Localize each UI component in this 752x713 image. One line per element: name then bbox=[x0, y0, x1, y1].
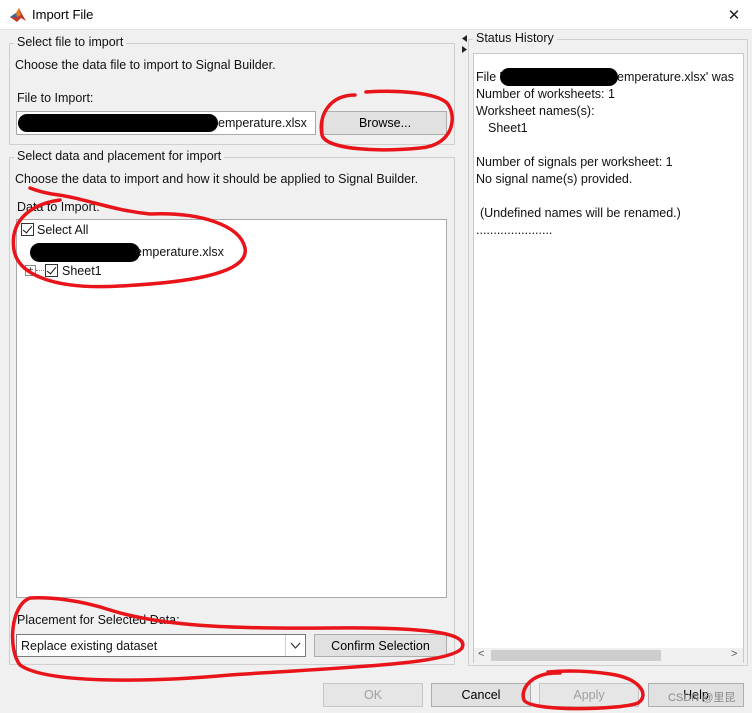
apply-button[interactable]: Apply bbox=[539, 683, 639, 707]
select-all-label[interactable]: Select All bbox=[37, 223, 88, 237]
cancel-button[interactable]: Cancel bbox=[431, 683, 531, 707]
redaction-mark bbox=[18, 114, 218, 132]
ok-button[interactable]: OK bbox=[323, 683, 423, 707]
close-icon: ✕ bbox=[727, 7, 741, 24]
status-line: ...................... bbox=[476, 223, 553, 237]
tree-file-node[interactable]: emperature.xlsx bbox=[135, 245, 224, 259]
status-history-legend: Status History bbox=[473, 31, 557, 45]
status-line: Number of signals per worksheet: 1 bbox=[476, 155, 673, 169]
placement-dropdown[interactable]: Replace existing dataset bbox=[16, 634, 306, 657]
redaction-mark bbox=[500, 68, 618, 86]
file-to-import-label: File to Import: bbox=[17, 91, 94, 105]
watermark: CSDN @里昆 bbox=[668, 692, 736, 704]
tree-connector bbox=[36, 270, 44, 271]
chevron-down-icon bbox=[290, 642, 301, 649]
scroll-left-icon[interactable]: < bbox=[478, 648, 484, 660]
placement-label: Placement for Selected Data: bbox=[17, 613, 180, 627]
confirm-selection-button[interactable]: Confirm Selection bbox=[314, 634, 447, 657]
placement-selected-value: Replace existing dataset bbox=[21, 639, 158, 653]
browse-button[interactable]: Browse... bbox=[323, 111, 447, 135]
status-line: No signal name(s) provided. bbox=[476, 172, 633, 186]
status-line: Worksheet names(s): bbox=[476, 104, 595, 118]
status-line: Sheet1 bbox=[488, 121, 528, 135]
data-group-description: Choose the data to import and how it sho… bbox=[15, 172, 419, 186]
data-to-import-label: Data to Import: bbox=[17, 200, 100, 214]
scroll-right-icon[interactable]: > bbox=[731, 648, 737, 660]
data-group-legend: Select data and placement for import bbox=[14, 149, 225, 163]
status-line-tail: emperature.xlsx' was bbox=[617, 70, 735, 84]
tree-expand-icon[interactable]: + bbox=[25, 265, 36, 276]
scrollbar-thumb[interactable] bbox=[491, 650, 661, 661]
splitter-handle[interactable] bbox=[460, 30, 468, 670]
status-history-text: File ' emperature.xlsx' was Number of wo… bbox=[476, 70, 742, 240]
file-group-legend: Select file to import bbox=[14, 35, 127, 49]
select-all-checkbox[interactable] bbox=[21, 223, 34, 236]
matlab-icon bbox=[10, 8, 26, 22]
collapse-right-icon bbox=[462, 46, 467, 53]
file-group-description: Choose the data file to import to Signal… bbox=[15, 58, 276, 72]
status-line bbox=[476, 138, 742, 155]
sheet1-checkbox[interactable] bbox=[45, 264, 58, 277]
collapse-left-icon bbox=[462, 35, 467, 42]
sheet1-label[interactable]: Sheet1 bbox=[62, 264, 102, 278]
close-button[interactable]: ✕ bbox=[716, 0, 752, 30]
window-title: Import File bbox=[32, 7, 94, 22]
title-bar bbox=[0, 0, 752, 30]
dropdown-divider bbox=[285, 635, 286, 656]
status-horizontal-scrollbar[interactable]: < > bbox=[474, 648, 743, 663]
redaction-mark bbox=[30, 243, 140, 262]
status-line: (Undefined names will be renamed.) bbox=[480, 206, 681, 220]
status-line: Number of worksheets: 1 bbox=[476, 87, 615, 101]
file-path-value: emperature.xlsx bbox=[218, 116, 307, 130]
status-line bbox=[476, 189, 742, 206]
